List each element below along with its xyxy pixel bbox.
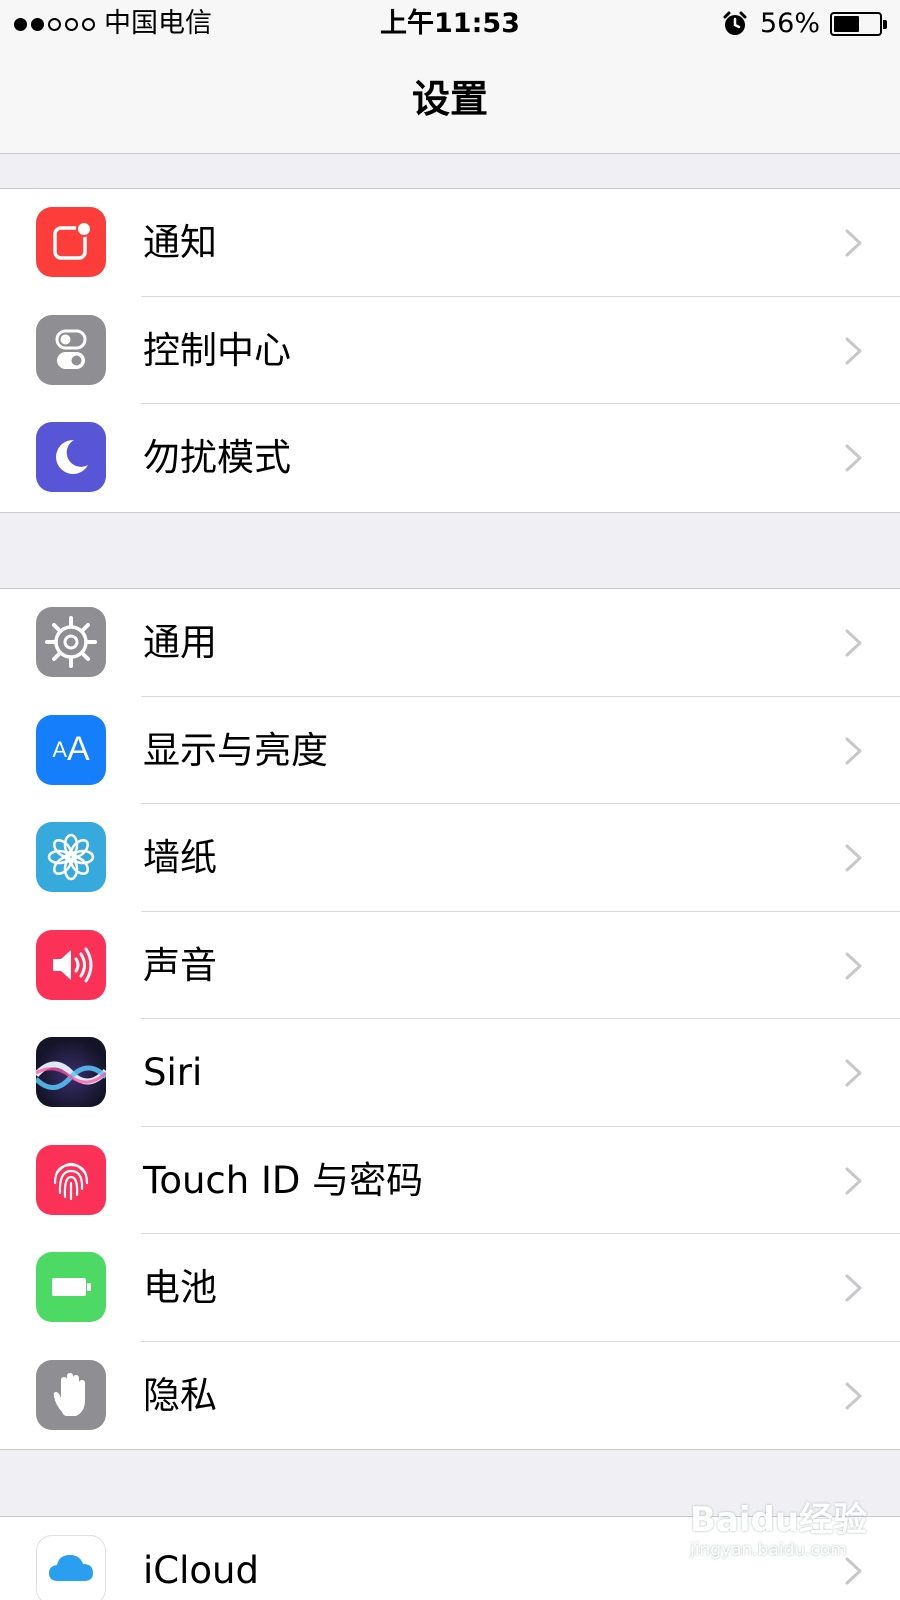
chevron-right-icon: [845, 1382, 862, 1409]
chevron-right-icon: [845, 1167, 862, 1194]
watermark-main: Baidu经验: [690, 1500, 868, 1540]
fingerprint-icon: [36, 1144, 106, 1215]
battery-nub: [883, 20, 887, 29]
hand-icon: [36, 1359, 106, 1430]
wallpaper-flower-icon: [36, 822, 106, 892]
settings-row-label: 隐私: [143, 1373, 217, 1417]
battery-percent: 56%: [760, 8, 821, 39]
settings-row-general[interactable]: 通用: [0, 589, 900, 697]
settings-row-label: 声音: [143, 943, 217, 987]
status-bar: 中国电信 上午11:53 56%: [0, 0, 900, 48]
battery-icon: [36, 1252, 106, 1322]
settings-row-do-not-disturb[interactable]: 勿扰模式: [0, 404, 900, 512]
settings-group-1: 通知 控制中心 勿扰模式: [0, 188, 900, 513]
settings-row-sounds[interactable]: 声音: [0, 912, 900, 1019]
notifications-icon: [36, 207, 106, 277]
display-brightness-icon: AA: [36, 714, 106, 785]
settings-row-label: 勿扰模式: [143, 436, 291, 479]
settings-row-privacy[interactable]: 隐私: [0, 1342, 900, 1450]
settings-row-label: Siri: [143, 1051, 203, 1094]
chevron-right-icon: [845, 952, 862, 979]
chevron-right-icon: [845, 737, 862, 764]
watermark: Baidu经验 jingyan.baidu.com: [690, 1500, 880, 1580]
alarm-icon: [723, 11, 747, 35]
chevron-right-icon: [845, 1059, 862, 1087]
settings-row-battery[interactable]: 电池: [0, 1234, 900, 1342]
top-bar: 中国电信 上午11:53 56% 设置: [0, 0, 900, 154]
settings-row-label: 控制中心: [143, 328, 291, 372]
settings-row-label: 通用: [143, 621, 217, 664]
settings-row-siri[interactable]: Siri: [0, 1019, 900, 1127]
settings-row-touch-id[interactable]: Touch ID 与密码: [0, 1127, 900, 1234]
chevron-right-icon: [845, 1274, 862, 1302]
settings-row-label: 通知: [143, 221, 217, 264]
settings-screen: 中国电信 上午11:53 56% 设置 通知 控制中心 勿扰模式 通用 A A …: [0, 0, 900, 1600]
chevron-right-icon: [845, 844, 862, 872]
settings-row-wallpaper[interactable]: 墙纸: [0, 804, 900, 912]
watermark-sub: jingyan.baidu.com: [690, 1540, 847, 1560]
chevron-right-icon: [845, 229, 862, 257]
control-center-icon: [36, 314, 106, 385]
icloud-icon: [36, 1535, 106, 1600]
settings-group-2: 通用 AA 显示与亮度 墙纸 声音 Siri Touch ID 与密码 电池 隐…: [0, 588, 900, 1450]
settings-row-notifications[interactable]: 通知: [0, 189, 900, 297]
settings-row-label: iCloud: [143, 1549, 259, 1592]
settings-row-label: 墙纸: [143, 836, 217, 879]
chevron-right-icon: [845, 629, 862, 657]
chevron-right-icon: [845, 444, 862, 472]
page-title: 设置: [411, 77, 488, 121]
battery-fill: [834, 16, 859, 32]
siri-icon: [36, 1037, 106, 1107]
settings-row-display-brightness[interactable]: AA 显示与亮度: [0, 697, 900, 804]
settings-row-label: Touch ID 与密码: [143, 1158, 424, 1202]
settings-row-label: 电池: [143, 1266, 217, 1309]
battery-status-icon: [830, 12, 887, 36]
settings-row-label: 显示与亮度: [143, 728, 328, 772]
speaker-icon: [36, 929, 106, 1000]
chevron-right-icon: [845, 337, 862, 364]
settings-row-control-center[interactable]: 控制中心: [0, 297, 900, 404]
moon-icon: [36, 422, 106, 492]
gear-icon: [36, 607, 106, 677]
